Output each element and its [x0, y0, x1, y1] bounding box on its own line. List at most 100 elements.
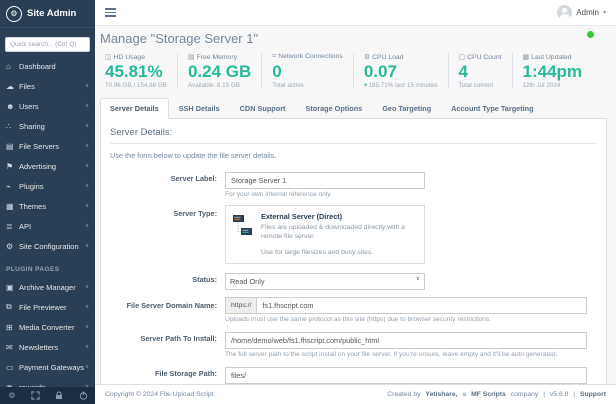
tab-ssh-details[interactable]: SSH Details — [169, 98, 230, 119]
logout-button[interactable] — [71, 387, 95, 404]
megaphone-icon: ⚑ — [6, 162, 19, 171]
brand-name: Yetishare, — [425, 391, 457, 398]
server-label-help: For your own internal reference only. — [225, 191, 597, 198]
form-row-server-label: Server Label: For your own internal refe… — [110, 170, 597, 198]
stack-icon: ≣ — [6, 222, 19, 231]
sidebar-item-themes[interactable]: ▦ Themes ∨ — [0, 196, 95, 216]
storage-path-label: File Storage Path: — [110, 365, 225, 384]
server-online-status-dot — [587, 31, 594, 38]
protocol-prefix: https:// — [225, 297, 256, 314]
hard-drive-icon: ◫ — [105, 54, 112, 61]
users-icon: ☻ — [6, 102, 19, 111]
stat-sub: Total active — [272, 82, 343, 89]
chevron-down-icon: ∨ — [85, 163, 89, 169]
chevron-down-icon: ∨ — [85, 223, 89, 229]
sidebar-item-dashboard[interactable]: ⌂ Dashboard — [0, 56, 95, 76]
stat-value: 1:44pm — [523, 61, 583, 82]
share-icon: ∴ — [6, 122, 19, 131]
stat-value: 45.81% — [105, 61, 167, 82]
form-row-domain: File Server Domain Name: https:// Upload… — [110, 297, 597, 323]
sidebar-item-sharing[interactable]: ∴ Sharing ∨ — [0, 116, 95, 136]
chevron-down-icon: ∨ — [85, 143, 89, 149]
copyright-text: Copyright © 2024 File Upload Script — [105, 391, 214, 398]
stat-value: 0.07 — [364, 61, 438, 82]
server-label-label: Server Label: — [110, 170, 225, 198]
status-select[interactable]: Read Only — [225, 273, 425, 290]
stat-sub: 12th Jul 2024 — [523, 82, 583, 89]
server-type-selected-card[interactable]: External Server (Direct) Files are uploa… — [225, 205, 425, 264]
sidebar-search-input[interactable] — [5, 37, 90, 52]
server-path-label: Server Path To Install: — [110, 330, 225, 358]
settings-button[interactable]: ⚙ — [0, 387, 24, 404]
server-tabs: Server Details SSH Details CDN Support S… — [100, 98, 607, 119]
tab-server-details[interactable]: Server Details — [100, 98, 169, 119]
sidebar-section-plugin-pages: PLUGIN PAGES — [0, 256, 95, 277]
sidebar-item-file-previewer[interactable]: ⧉ File Previewer ∨ — [0, 297, 95, 317]
sidebar-item-media-converter[interactable]: ⊞ Media Converter ∨ — [0, 317, 95, 337]
sidebar-item-archive-manager[interactable]: ▣ Archive Manager ∨ — [0, 277, 95, 297]
server-type-title: External Server (Direct) — [261, 212, 417, 221]
sidebar-item-files[interactable]: ☁ Files ∨ — [0, 76, 95, 96]
form-row-server-type: Server Type: External Server (Direct) — [110, 205, 597, 264]
server-path-input[interactable] — [225, 332, 587, 349]
domain-input[interactable] — [256, 297, 587, 314]
lock-icon — [55, 391, 63, 400]
chevron-down-icon: ∨ — [85, 103, 89, 109]
tab-storage-options[interactable]: Storage Options — [295, 98, 372, 119]
cpu-icon: ▢ — [459, 54, 466, 61]
sidebar-item-payment-gateways[interactable]: ▭ Payment Gateways ∨ — [0, 357, 95, 377]
form-row-server-path: Server Path To Install: The full server … — [110, 330, 597, 358]
stat-sub: 70.96 GB / 154.88 GB — [105, 82, 167, 89]
gear-icon: ⚙ — [6, 242, 19, 251]
sidebar-item-users[interactable]: ☻ Users ∨ — [0, 96, 95, 116]
trend-up-indicator: + — [364, 82, 368, 89]
lock-button[interactable] — [48, 387, 72, 404]
gear-icon: ⚙ — [8, 391, 15, 400]
chevron-down-icon: ∨ — [85, 304, 89, 310]
chevron-down-icon: ∨ — [85, 284, 89, 290]
menu-toggle-button[interactable] — [102, 3, 119, 22]
server-type-label: Server Type: — [110, 205, 225, 264]
sidebar-item-api[interactable]: ≣ API ∨ — [0, 216, 95, 236]
file-icon: ⧉ — [6, 302, 19, 312]
app-title: Site Admin — [27, 8, 76, 19]
sidebar-item-advertising[interactable]: ⚑ Advertising ∨ — [0, 156, 95, 176]
sidebar-item-plugins[interactable]: ⌁ Plugins ∨ — [0, 176, 95, 196]
version-text: v5.6.8 — [550, 391, 569, 398]
stat-value: 4 — [459, 61, 502, 82]
stat-sub: +185.71% last 15 minutes — [364, 82, 438, 89]
app-logo-icon: ⚙ — [6, 6, 22, 22]
fullscreen-button[interactable] — [24, 387, 48, 404]
chevron-down-icon: ∨ — [85, 83, 89, 89]
sidebar-item-site-configuration[interactable]: ⚙ Site Configuration ∨ — [0, 236, 95, 256]
home-icon: ⌂ — [6, 62, 19, 71]
form-row-status: Status: Read Only ∨ — [110, 271, 597, 290]
tab-cdn-support[interactable]: CDN Support — [230, 98, 296, 119]
stat-last-updated: ▦Last Updated 1:44pm 12th Jul 2024 — [512, 53, 593, 89]
server-type-note: Use for large filesizes and busy sites. — [261, 248, 417, 257]
sidebar-item-file-servers[interactable]: ▤ File Servers ∨ — [0, 136, 95, 156]
chevron-down-icon: ∨ — [85, 364, 89, 370]
sidebar-item-newsletters[interactable]: ✉ Newsletters ∨ — [0, 337, 95, 357]
domain-label: File Server Domain Name: — [110, 297, 225, 323]
tab-geo-targeting[interactable]: Geo Targeting — [372, 98, 441, 119]
server-stats-row: ◫HD Usage 45.81% 70.96 GB / 154.88 GB ▤F… — [103, 53, 607, 89]
chevron-down-icon: ∨ — [85, 203, 89, 209]
stat-cpu-count: ▢CPU Count 4 Total current — [448, 53, 512, 89]
credits: Created by Yetishare, a MF Scripts compa… — [384, 391, 606, 398]
server-label-input[interactable] — [225, 172, 425, 189]
gears-icon: ⚙ — [364, 54, 370, 61]
tab-account-type-targeting[interactable]: Account Type Targeting — [441, 98, 543, 119]
calendar-icon: ▦ — [523, 54, 530, 61]
support-link[interactable]: Support — [580, 391, 606, 398]
server-type-description: Files are uploaded & downloaded directly… — [261, 223, 417, 241]
storage-path-input[interactable] — [225, 367, 587, 384]
fullscreen-icon — [31, 391, 40, 400]
sidebar-footer: ⚙ — [0, 387, 95, 404]
app-logo[interactable]: ⚙ Site Admin — [0, 0, 95, 28]
top-navbar: Admin ▾ — [95, 0, 616, 26]
chevron-down-icon: ∨ — [85, 324, 89, 330]
user-menu[interactable]: Admin ▾ — [557, 5, 606, 20]
server-icon: ▤ — [6, 142, 19, 151]
page-title: Manage "Storage Server 1" — [100, 31, 607, 46]
